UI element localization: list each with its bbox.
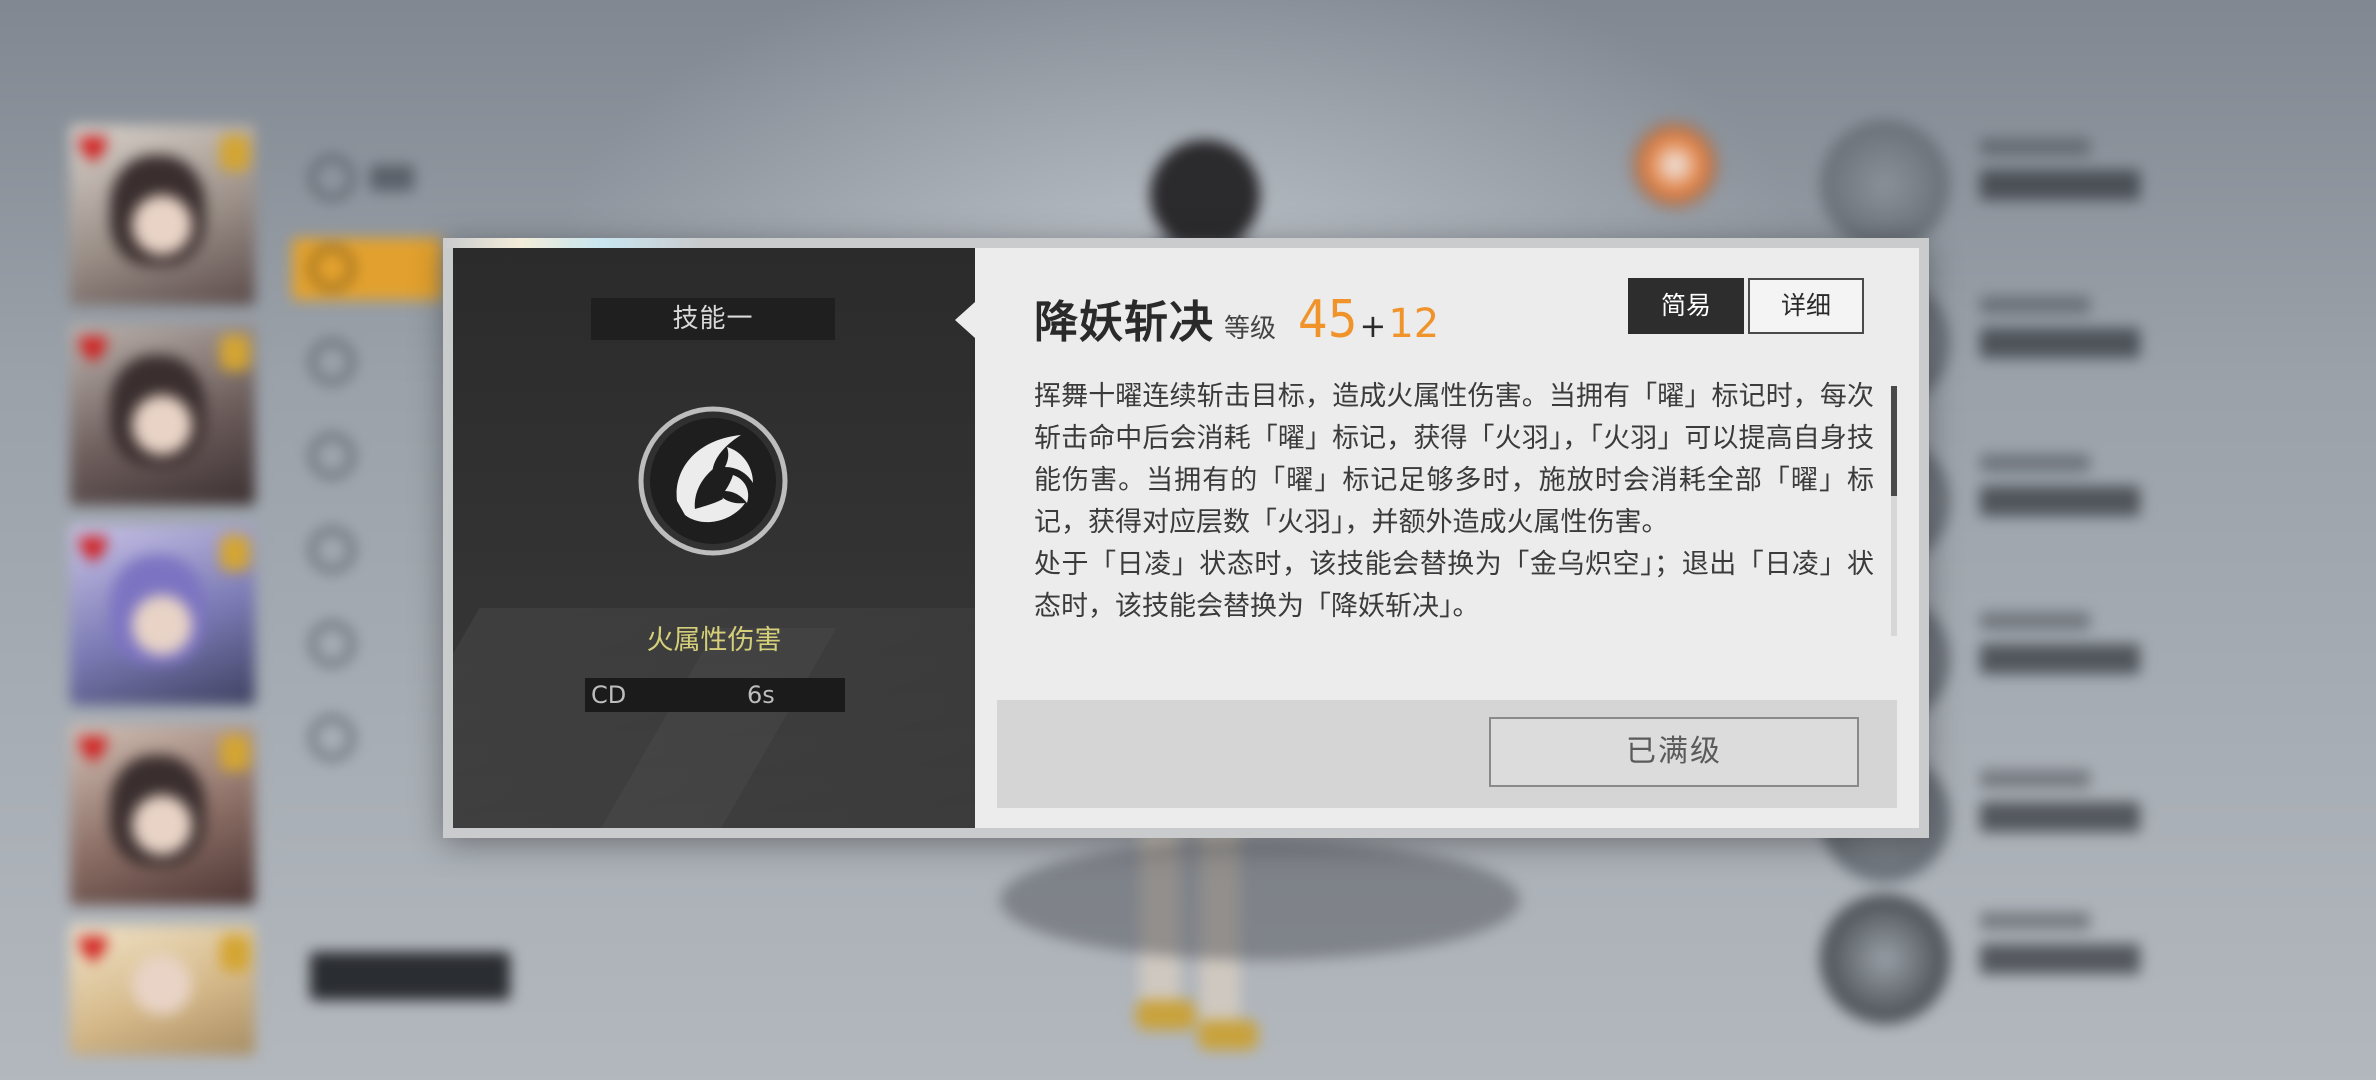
fire-feather-skill-icon <box>637 405 789 557</box>
skill-title-row: 降妖斩决 等级 45 + 12 <box>1034 286 1439 350</box>
level-bonus-value: 12 <box>1388 301 1440 347</box>
roster-card: ♥ <box>70 125 255 305</box>
skill-slot-label: 技能一 <box>591 298 835 340</box>
level-label: 等级 <box>1224 314 1277 344</box>
skill-detail-dialog: 技能一 火属性伤害 CD 6s 降妖斩决 等级 45 + 12 简易 详细 挥舞… <box>443 238 1929 838</box>
level-plus-sign: + <box>1359 307 1387 345</box>
side-menu-item <box>310 426 354 486</box>
side-menu-item <box>310 332 354 392</box>
cooldown-bar: CD 6s <box>585 678 845 712</box>
roster-card: ♥ <box>70 925 255 1055</box>
side-menu-item <box>310 708 354 768</box>
filter-all-button <box>310 952 510 1000</box>
max-level-button[interactable]: 已满级 <box>1489 717 1859 787</box>
roster-card: ♥ <box>70 325 255 505</box>
side-menu-item <box>310 148 414 208</box>
simple-mode-button[interactable]: 简易 <box>1628 278 1744 334</box>
upgrade-bar: 已满级 <box>997 700 1897 808</box>
cooldown-label: CD <box>591 681 627 709</box>
emblem-icon <box>1630 120 1720 210</box>
damage-element-label: 火属性伤害 <box>646 625 782 656</box>
side-menu-item <box>310 238 354 298</box>
side-menu-item <box>310 520 354 580</box>
skill-detail-panel: 降妖斩决 等级 45 + 12 简易 详细 挥舞十曜连续斩击目标，造成火属性伤害… <box>975 248 1919 828</box>
level-value: 45 <box>1298 290 1358 350</box>
skill-name: 降妖斩决 <box>1034 297 1214 348</box>
description-scrollbar[interactable] <box>1891 386 1897 636</box>
skill-list-item <box>1820 894 2240 1034</box>
skill-summary-panel: 技能一 火属性伤害 CD 6s <box>453 248 975 828</box>
cooldown-value: 6s <box>747 681 775 709</box>
side-menu-item <box>310 614 354 674</box>
skill-description[interactable]: 挥舞十曜连续斩击目标，造成火属性伤害。当拥有「曜」标记时，每次斩击命中后会消耗「… <box>1034 376 1874 626</box>
detail-mode-button[interactable]: 详细 <box>1748 278 1864 334</box>
skill-description-text: 挥舞十曜连续斩击目标，造成火属性伤害。当拥有「曜」标记时，每次斩击命中后会消耗「… <box>1034 381 1874 622</box>
description-mode-toggle: 简易 详细 <box>1628 278 1864 334</box>
floor-shadow <box>1000 840 1520 960</box>
panel-pointer-arrow <box>955 302 975 338</box>
roster-card: ♥ <box>70 525 255 705</box>
roster-card: ♥ <box>70 725 255 905</box>
scrollbar-thumb[interactable] <box>1891 386 1897 496</box>
